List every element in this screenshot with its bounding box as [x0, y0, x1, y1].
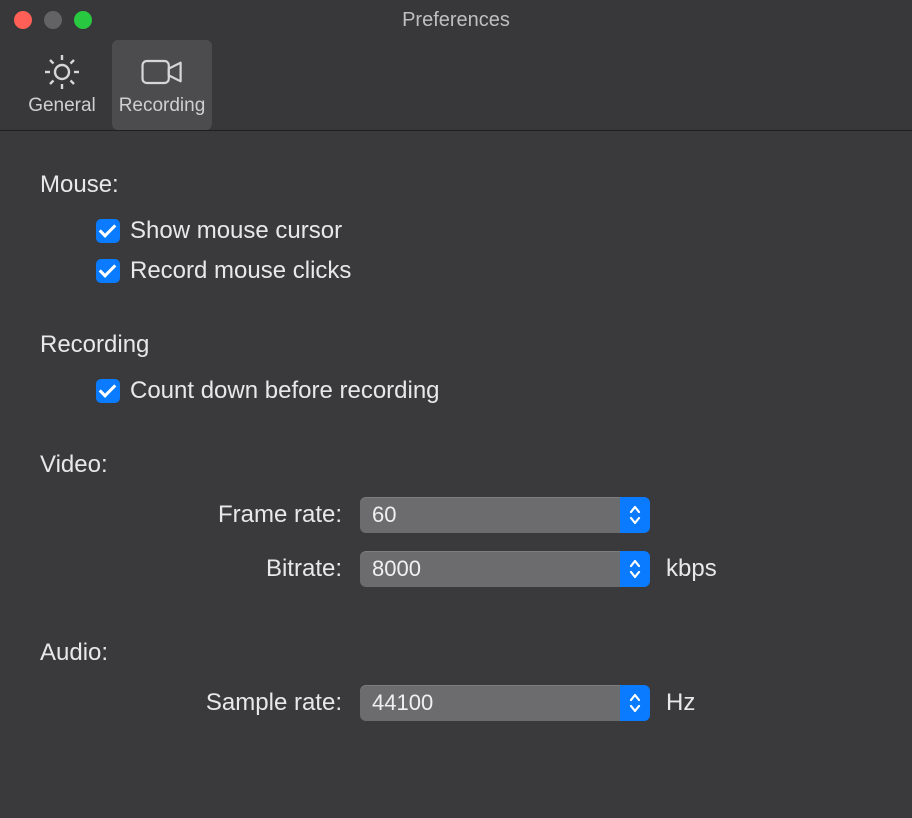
- bitrate-value: 8000: [360, 551, 620, 587]
- tab-recording[interactable]: Recording: [112, 40, 212, 130]
- titlebar: Preferences: [0, 0, 912, 40]
- bitrate-select[interactable]: 8000: [360, 551, 650, 587]
- tab-general[interactable]: General: [12, 40, 112, 130]
- preferences-content: Mouse: Show mouse cursor Record mouse cl…: [0, 131, 912, 818]
- sample-rate-value: 44100: [360, 685, 620, 721]
- window-title: Preferences: [0, 9, 912, 32]
- stepper-arrows-icon: [620, 551, 650, 587]
- tab-general-label: General: [28, 95, 96, 117]
- sample-rate-select[interactable]: 44100: [360, 685, 650, 721]
- minimize-icon: [44, 11, 62, 29]
- record-clicks-checkbox[interactable]: [96, 259, 120, 283]
- sample-rate-unit: Hz: [666, 689, 695, 717]
- section-audio-title: Audio:: [40, 639, 872, 667]
- zoom-icon[interactable]: [74, 11, 92, 29]
- bitrate-label: Bitrate:: [40, 555, 360, 583]
- stepper-arrows-icon: [620, 497, 650, 533]
- countdown-label: Count down before recording: [130, 377, 440, 405]
- show-cursor-label: Show mouse cursor: [130, 217, 342, 245]
- close-icon[interactable]: [14, 11, 32, 29]
- window-controls: [14, 11, 92, 29]
- frame-rate-select[interactable]: 60: [360, 497, 650, 533]
- section-mouse-title: Mouse:: [40, 171, 872, 199]
- section-video-title: Video:: [40, 451, 872, 479]
- bitrate-unit: kbps: [666, 555, 717, 583]
- preferences-window: Preferences General: [0, 0, 912, 818]
- tab-recording-label: Recording: [119, 95, 206, 117]
- frame-rate-label: Frame rate:: [40, 501, 360, 529]
- frame-rate-value: 60: [360, 497, 620, 533]
- video-camera-icon: [140, 53, 184, 91]
- gear-icon: [40, 53, 84, 91]
- record-clicks-label: Record mouse clicks: [130, 257, 351, 285]
- sample-rate-label: Sample rate:: [40, 689, 360, 717]
- stepper-arrows-icon: [620, 685, 650, 721]
- show-cursor-checkbox[interactable]: [96, 219, 120, 243]
- countdown-checkbox[interactable]: [96, 379, 120, 403]
- section-recording-title: Recording: [40, 331, 872, 359]
- preferences-toolbar: General Recording: [0, 40, 912, 131]
